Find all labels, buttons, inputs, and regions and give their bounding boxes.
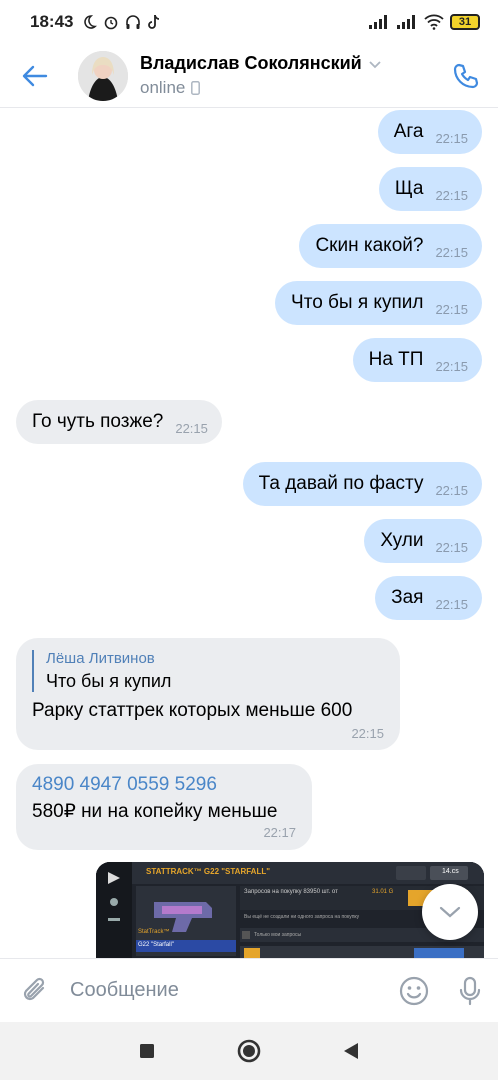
message-time: 22:17: [263, 825, 296, 840]
contact-name: Владислав Соколянский: [140, 53, 362, 73]
message-bubble-out[interactable]: Скин какой? 22:15: [299, 224, 482, 268]
message-bubble-out[interactable]: Ща 22:15: [378, 167, 482, 211]
message-bubble-out[interactable]: Хули 22:15: [364, 519, 482, 563]
status-right: 31: [368, 14, 480, 30]
contact-status: online: [140, 78, 186, 97]
avatar-image: [78, 50, 128, 101]
message-list[interactable]: Ага 22:15 Ща 22:15 Скин какой? 22:15 Что…: [0, 108, 498, 958]
message-time: 22:15: [435, 244, 468, 260]
message-input[interactable]: [70, 979, 386, 1002]
item-title: StatTrack™: [138, 929, 170, 935]
back-button[interactable]: [0, 44, 70, 108]
quote-author: Лёша Литвинов: [46, 650, 155, 667]
message-time: 22:15: [435, 187, 468, 203]
tiktok-icon: [148, 14, 160, 29]
chevron-down-icon: [439, 906, 461, 918]
paperclip-icon: [23, 977, 45, 1000]
card-number-link[interactable]: 4890 4947 0559 5296: [32, 774, 296, 796]
message-time: 22:15: [435, 301, 468, 317]
battery-indicator: 31: [450, 14, 480, 30]
message-text: Зая: [391, 587, 424, 608]
message-text: Что бы я купил: [291, 292, 424, 313]
scroll-down-button[interactable]: [422, 884, 478, 940]
message-text: 580₽ ни на копейку меньше: [32, 801, 278, 822]
quote-text: Что бы я купил: [46, 671, 172, 691]
message-time: 22:15: [175, 420, 208, 436]
contact-name-row: Владислав Соколянский: [140, 53, 382, 74]
message-bubble-in[interactable]: Го чуть позже? 22:15: [16, 400, 222, 444]
call-button[interactable]: [434, 44, 498, 108]
message-text: Хули: [380, 530, 424, 551]
arrow-left-icon: [22, 65, 48, 86]
message-time: 22:15: [351, 726, 384, 741]
balance-label: 14.cs: [442, 868, 459, 875]
chevron-down-icon: [369, 60, 381, 68]
chat-header: Владислав Соколянский online: [0, 44, 498, 108]
phone-icon: [453, 63, 479, 88]
contact-info[interactable]: Владислав Соколянский online: [140, 53, 382, 98]
only-my-checkbox-label: Только мои запросы: [254, 932, 302, 938]
signal-icon: [369, 15, 387, 29]
message-text: Го чуть позже?: [32, 411, 164, 432]
message-time: 22:15: [435, 482, 468, 498]
message-time: 22:15: [435, 596, 468, 612]
back-nav-icon[interactable]: [343, 1042, 359, 1060]
message-time: 22:15: [435, 358, 468, 374]
emoji-button[interactable]: [386, 959, 442, 1023]
message-bubble-reply[interactable]: Лёша Литвинов Что бы я купил Рарку статт…: [16, 638, 400, 750]
message-composer: [0, 958, 498, 1022]
message-bubble-out[interactable]: На ТП 22:15: [352, 338, 482, 382]
signal-icon-2: [397, 15, 415, 29]
message-bubble-out[interactable]: Та давай по фасту 22:15: [242, 462, 482, 506]
item-name: G22 "Starfall": [138, 942, 174, 948]
weapon-label: STATTRACK™ G22 "STARFALL": [146, 867, 271, 876]
reply-quote[interactable]: Лёша Литвинов Что бы я купил: [32, 650, 384, 692]
empty-text: Вы ещё не создали ни одного запроса на п…: [244, 914, 360, 920]
avatar[interactable]: [78, 50, 128, 101]
message-bubble-out[interactable]: Что бы я купил 22:15: [275, 281, 482, 325]
microphone-button[interactable]: [442, 959, 498, 1023]
alarm-icon: [105, 16, 118, 30]
mobile-icon: [191, 81, 201, 95]
smile-icon: [399, 976, 429, 1005]
request-text: Запросов на покупку 83950 шт. от: [244, 889, 338, 895]
message-time: 22:15: [435, 539, 468, 555]
message-bubble-out[interactable]: Зая 22:15: [375, 576, 482, 620]
message-text: Ага: [393, 121, 424, 142]
message-text: На ТП: [368, 349, 424, 370]
status-time: 18:43: [30, 12, 74, 31]
message-text: Скин какой?: [315, 235, 424, 256]
message-bubble-out[interactable]: Ага 22:15: [377, 110, 482, 154]
request-price: 31.01 G: [372, 889, 394, 895]
message-text: Та давай по фасту: [258, 473, 424, 494]
moon-icon: [84, 15, 98, 29]
home-icon[interactable]: [237, 1039, 261, 1063]
recent-apps-icon[interactable]: [139, 1043, 155, 1059]
status-bar: 18:43 31: [0, 0, 498, 44]
message-text: Рарку статтрек которых меньше 600: [32, 700, 353, 721]
message-bubble-card[interactable]: 4890 4947 0559 5296 580₽ ни на копейку м…: [16, 764, 312, 850]
microphone-icon: [459, 976, 481, 1005]
status-icons: [81, 14, 161, 30]
contact-status-row: online: [140, 78, 382, 98]
wifi-icon: [424, 14, 444, 30]
system-navigation-bar: [0, 1022, 498, 1080]
message-text: Ща: [394, 178, 424, 199]
headphones-icon: [126, 15, 141, 29]
attach-button[interactable]: [0, 959, 70, 1023]
message-time: 22:15: [435, 130, 468, 146]
